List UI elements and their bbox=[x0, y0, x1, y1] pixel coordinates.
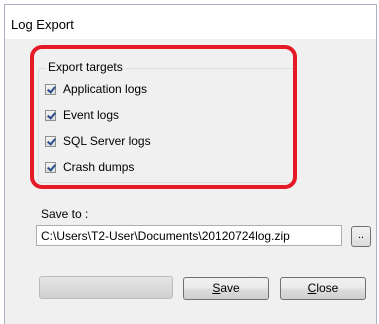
title-bar: Log Export bbox=[5, 5, 376, 39]
event-logs-label: Event logs bbox=[63, 108, 120, 122]
window-title: Log Export bbox=[11, 17, 74, 32]
export-targets-legend: Export targets bbox=[46, 60, 125, 74]
crash-dumps-label: Crash dumps bbox=[63, 160, 135, 174]
progress-bar bbox=[39, 276, 173, 299]
event-logs-checkbox[interactable] bbox=[45, 109, 56, 121]
browse-button[interactable]: .. bbox=[351, 226, 371, 247]
event-logs-option[interactable]: Event logs bbox=[45, 107, 119, 123]
sql-server-logs-checkbox[interactable] bbox=[45, 135, 56, 147]
save-to-label: Save to : bbox=[41, 207, 89, 221]
log-export-window: Log Export Export targets Application lo… bbox=[4, 4, 377, 324]
export-targets-group: Export targets Application logs Event lo… bbox=[32, 59, 302, 189]
sql-server-logs-label: SQL Server logs bbox=[63, 134, 151, 148]
save-path-input[interactable] bbox=[36, 225, 342, 246]
application-logs-checkbox[interactable] bbox=[45, 83, 56, 95]
sql-server-logs-option[interactable]: SQL Server logs bbox=[45, 133, 151, 149]
close-button[interactable]: Close bbox=[280, 277, 366, 300]
application-logs-label: Application logs bbox=[63, 82, 148, 96]
crash-dumps-checkbox[interactable] bbox=[45, 161, 56, 173]
application-logs-option[interactable]: Application logs bbox=[45, 81, 147, 97]
crash-dumps-option[interactable]: Crash dumps bbox=[45, 159, 134, 175]
save-label-rest: ave bbox=[220, 281, 240, 295]
save-button[interactable]: Save bbox=[183, 277, 269, 300]
close-label-rest: lose bbox=[316, 281, 339, 295]
